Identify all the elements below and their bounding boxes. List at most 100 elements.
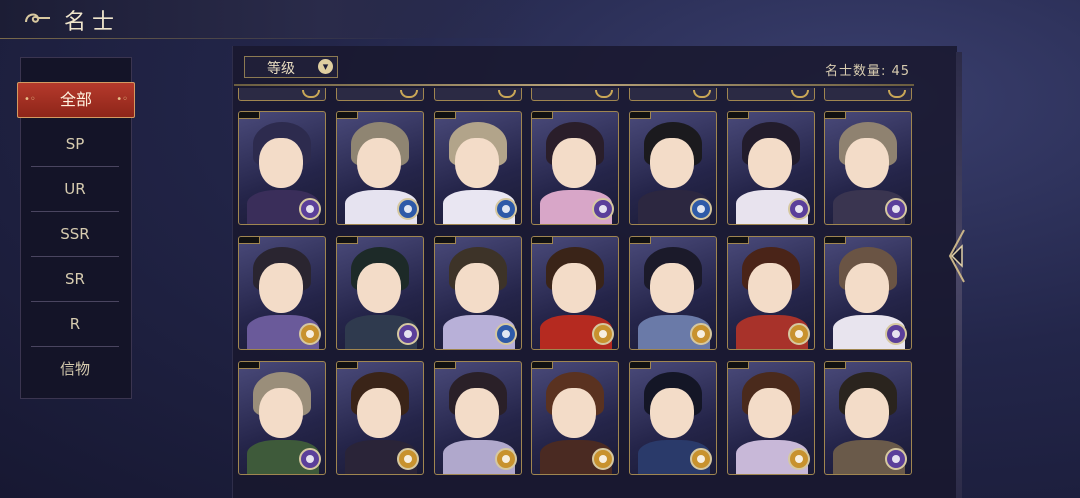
card-rarity-tab [532, 112, 553, 119]
hero-card[interactable] [434, 361, 522, 475]
faction-badge-icon [397, 323, 419, 345]
faction-badge-icon [495, 448, 517, 470]
sort-dropdown[interactable]: 等级 ▾ [244, 56, 338, 78]
card-partial[interactable] [238, 88, 326, 101]
faction-badge-icon [885, 323, 907, 345]
card-partial[interactable] [434, 88, 522, 101]
card-rarity-tab [532, 362, 553, 369]
faction-badge-icon [592, 448, 614, 470]
portrait-face [748, 388, 792, 438]
portrait-face [455, 388, 499, 438]
card-rarity-tab [728, 112, 749, 119]
hero-card[interactable] [238, 236, 326, 350]
faction-badge-icon [788, 323, 810, 345]
portrait-face [357, 388, 401, 438]
faction-badge-icon [885, 198, 907, 220]
hero-card[interactable] [824, 236, 912, 350]
portrait-face [259, 263, 303, 313]
faction-badge-icon [299, 323, 321, 345]
hero-card[interactable] [727, 111, 815, 225]
faction-badge-icon [788, 448, 810, 470]
portrait-face [259, 138, 303, 188]
arrow-left-icon[interactable] [944, 226, 968, 286]
hero-card[interactable] [531, 236, 619, 350]
hero-card[interactable] [629, 111, 717, 225]
portrait-face [259, 388, 303, 438]
portrait-face [455, 138, 499, 188]
hero-card[interactable] [336, 361, 424, 475]
category-tab-all[interactable]: 全部 [17, 82, 135, 118]
portrait-face [357, 263, 401, 313]
hero-card[interactable] [238, 111, 326, 225]
card-rarity-tab [337, 362, 358, 369]
card-partial[interactable] [629, 88, 717, 101]
card-rarity-tab [532, 237, 553, 244]
card-partial[interactable] [336, 88, 424, 101]
hero-card[interactable] [727, 361, 815, 475]
card-rarity-tab [630, 362, 651, 369]
card-rarity-tab [728, 362, 749, 369]
cloud-swirl-icon[interactable] [22, 8, 52, 28]
card-partial[interactable] [727, 88, 815, 101]
hero-card[interactable] [238, 361, 326, 475]
hero-card[interactable] [727, 236, 815, 350]
page-title: 名士 [64, 10, 121, 35]
portrait-face [650, 138, 694, 188]
hero-card[interactable] [629, 236, 717, 350]
portrait-face [455, 263, 499, 313]
faction-badge-icon [495, 323, 517, 345]
category-tab-sp[interactable]: SP [31, 122, 119, 167]
hero-card[interactable] [531, 111, 619, 225]
card-rarity-tab [337, 237, 358, 244]
faction-badge-icon [690, 198, 712, 220]
portrait-face [845, 138, 889, 188]
hero-card[interactable] [434, 236, 522, 350]
faction-badge-icon [690, 323, 712, 345]
hero-card[interactable] [336, 236, 424, 350]
faction-badge-icon [592, 198, 614, 220]
faction-badge-icon [592, 323, 614, 345]
card-rarity-tab [239, 112, 260, 119]
portrait-face [650, 263, 694, 313]
card-rarity-tab [435, 112, 456, 119]
portrait-face [357, 138, 401, 188]
category-tab-ur[interactable]: UR [31, 167, 119, 212]
grid-divider [234, 84, 914, 86]
card-rarity-tab [825, 362, 846, 369]
hero-card[interactable] [824, 111, 912, 225]
category-tab-ssr[interactable]: SSR [31, 212, 119, 257]
chevron-down-icon: ▾ [318, 59, 333, 74]
faction-badge-icon [397, 198, 419, 220]
card-rarity-tab [337, 112, 358, 119]
card-partial[interactable] [531, 88, 619, 101]
card-rarity-tab [825, 112, 846, 119]
portrait-face [748, 138, 792, 188]
card-rarity-tab [825, 237, 846, 244]
faction-badge-icon [885, 448, 907, 470]
category-sidebar: 全部 SP UR SSR SR R 信物 [17, 57, 135, 399]
hero-card[interactable] [531, 361, 619, 475]
portrait-face [845, 388, 889, 438]
card-partial[interactable] [824, 88, 912, 101]
card-rarity-tab [630, 237, 651, 244]
portrait-face [552, 138, 596, 188]
category-tab-sr[interactable]: SR [31, 257, 119, 302]
hero-card[interactable] [336, 111, 424, 225]
card-rarity-tab [435, 237, 456, 244]
card-rarity-tab [630, 112, 651, 119]
portrait-face [552, 263, 596, 313]
hero-card[interactable] [629, 361, 717, 475]
category-tab-token[interactable]: 信物 [31, 347, 119, 391]
faction-badge-icon [690, 448, 712, 470]
card-rarity-tab [239, 362, 260, 369]
card-rarity-tab [728, 237, 749, 244]
portrait-face [845, 263, 889, 313]
hero-card[interactable] [824, 361, 912, 475]
sort-dropdown-label: 等级 [267, 61, 295, 77]
hero-card[interactable] [434, 111, 522, 225]
category-tab-r[interactable]: R [31, 302, 119, 347]
faction-badge-icon [299, 198, 321, 220]
faction-badge-icon [788, 198, 810, 220]
faction-badge-icon [397, 448, 419, 470]
portrait-face [748, 263, 792, 313]
